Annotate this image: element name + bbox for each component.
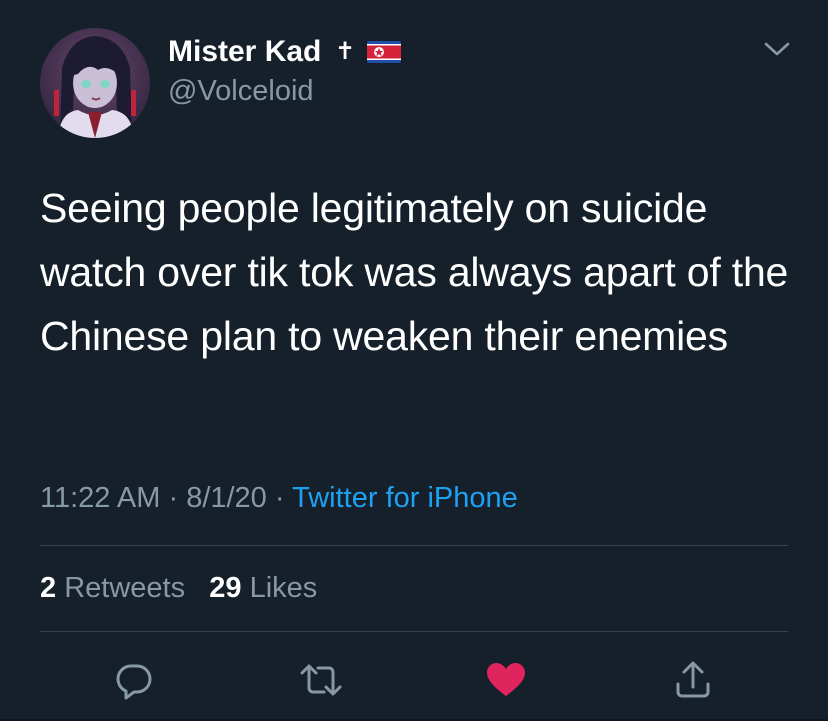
chevron-down-icon bbox=[764, 42, 790, 56]
user-handle[interactable]: @Volceloid bbox=[168, 74, 314, 108]
name-badges: ✝ bbox=[335, 36, 402, 68]
share-icon bbox=[676, 661, 710, 698]
engagement-stats: 2 Retweets 29 Likes bbox=[40, 570, 317, 606]
tweet-source-link[interactable]: Twitter for iPhone bbox=[292, 482, 518, 514]
divider bbox=[40, 545, 788, 546]
display-name[interactable]: Mister Kad bbox=[168, 34, 321, 70]
retweets-count: 2 bbox=[40, 572, 57, 604]
cross-icon: ✝ bbox=[335, 38, 356, 65]
divider bbox=[40, 631, 788, 632]
action-bar bbox=[0, 655, 828, 705]
reply-button[interactable] bbox=[109, 655, 159, 705]
retweets-label: Retweets bbox=[64, 572, 186, 604]
tweet-detail: Mister Kad ✝ @Volceloid Seeing people le… bbox=[0, 0, 828, 721]
meta-separator: · bbox=[274, 482, 285, 514]
tweet-date[interactable]: 8/1/20 bbox=[186, 482, 267, 514]
avatar[interactable] bbox=[40, 28, 150, 138]
tweet-text: Seeing people legitimately on suicide wa… bbox=[40, 185, 789, 359]
heart-icon bbox=[487, 663, 525, 696]
tweet-time[interactable]: 11:22 AM bbox=[40, 482, 160, 514]
like-button[interactable] bbox=[481, 655, 531, 705]
retweet-icon bbox=[300, 664, 342, 696]
avatar-image bbox=[40, 28, 150, 138]
north-korea-flag-icon bbox=[367, 41, 402, 63]
more-options-button[interactable] bbox=[762, 38, 792, 60]
retweet-button[interactable] bbox=[296, 655, 346, 705]
meta-separator: · bbox=[168, 482, 179, 514]
likes-count: 29 bbox=[209, 572, 242, 604]
retweets-stat[interactable]: 2 Retweets bbox=[40, 572, 185, 604]
likes-label: Likes bbox=[249, 572, 318, 604]
reply-icon bbox=[116, 664, 152, 700]
likes-stat[interactable]: 29 Likes bbox=[209, 572, 317, 604]
tweet-metadata: 11:22 AM · 8/1/20 · Twitter for iPhone bbox=[40, 480, 518, 516]
share-button[interactable] bbox=[668, 655, 718, 705]
